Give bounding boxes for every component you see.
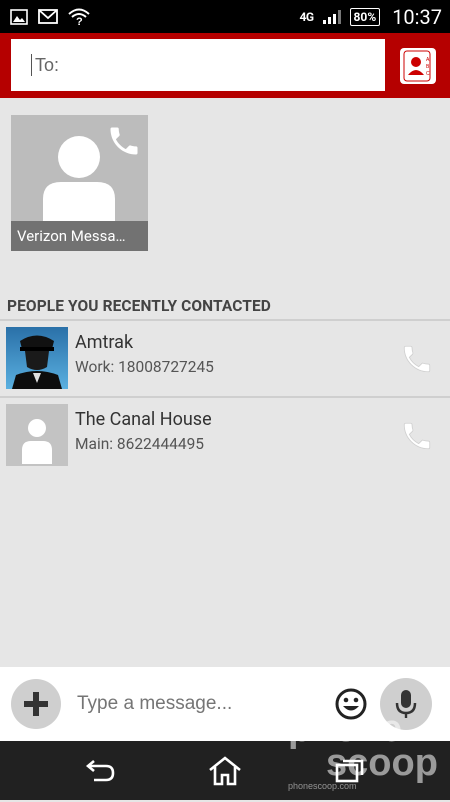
clock: 10:37 [392,4,442,29]
call-icon[interactable] [400,342,434,380]
gmail-icon [38,9,58,24]
add-attachment-button[interactable] [11,679,61,729]
svg-text:?: ? [76,16,83,26]
gallery-icon [10,8,28,25]
contact-placeholder-icon [22,419,52,464]
section-title: PEOPLE YOU RECENTLY CONTACTED [7,297,271,315]
call-icon[interactable] [106,123,142,163]
navigation-bar [0,741,450,800]
compose-header: To: A B C [0,33,450,98]
message-input[interactable] [77,689,327,719]
status-bar: ? 4G 80% 10:37 [0,0,450,33]
divider [0,319,450,321]
contact-name: The Canal House [75,409,212,430]
call-icon[interactable] [400,419,434,457]
contact-row[interactable]: The Canal House Main: 8622444495 [0,399,450,472]
plus-icon [24,692,48,716]
text-cursor [31,54,32,76]
home-icon[interactable] [207,755,243,791]
conductor-avatar-icon [6,327,68,389]
network-type: 4G [299,9,314,24]
voice-input-button[interactable] [380,678,432,730]
contact-name: Amtrak [75,332,134,353]
recent-apps-icon[interactable] [334,755,366,789]
recipient-placeholder: To: [35,54,60,75]
contact-row[interactable]: Amtrak Work: 18008727245 [0,322,450,395]
recipient-field[interactable]: To: [11,39,385,91]
favorite-contact-label: Verizon Messa… [11,221,148,251]
contacts-book-button[interactable]: A B C [400,48,436,84]
favorite-contact-tile[interactable]: Verizon Messa… [11,115,148,251]
emoji-icon[interactable] [334,687,368,725]
svg-text:C: C [426,71,430,77]
signal-icon [322,9,342,25]
battery-indicator: 80% [349,7,381,26]
back-icon[interactable] [84,755,118,789]
microphone-icon [395,690,417,718]
contact-avatar [6,404,68,466]
contact-number: Main: 8622444495 [75,435,205,453]
contact-number: Work: 18008727245 [75,358,214,376]
contact-avatar [6,327,68,389]
divider [0,396,450,398]
wifi-question-icon: ? [68,8,90,26]
message-composer [0,667,450,741]
contacts-book-icon: A B C [403,50,431,82]
